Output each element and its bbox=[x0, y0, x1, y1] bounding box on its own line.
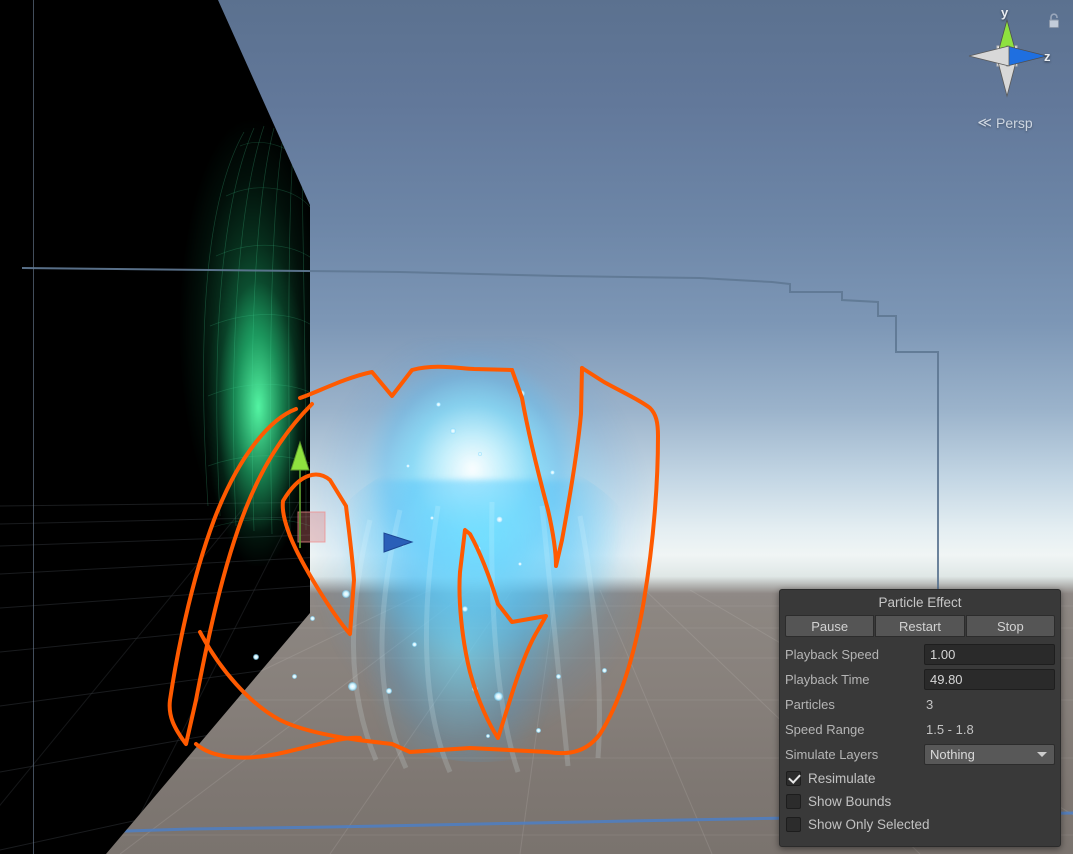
pause-button[interactable]: Pause bbox=[785, 615, 875, 637]
particles-label: Particles bbox=[785, 697, 835, 712]
panel-title: Particle Effect bbox=[878, 595, 962, 610]
unlocked-padlock-icon[interactable] bbox=[1046, 12, 1062, 30]
gizmo-z-axis-label[interactable]: z bbox=[1044, 49, 1051, 64]
simulate-layers-dropdown[interactable]: Nothing bbox=[924, 744, 1055, 765]
chevron-down-icon bbox=[1037, 752, 1047, 757]
projection-mode-label: Persp bbox=[996, 114, 1033, 131]
simulate-layers-row: Simulate Layers Nothing bbox=[785, 742, 1055, 767]
resimulate-checkbox[interactable] bbox=[786, 771, 801, 786]
playback-button-group: Pause Restart Stop bbox=[780, 615, 1060, 637]
xy-plane-handle bbox=[297, 511, 326, 543]
show-bounds-label: Show Bounds bbox=[808, 794, 892, 809]
chevron-left-icon: ≪ bbox=[977, 114, 993, 130]
show-bounds-checkbox[interactable] bbox=[786, 794, 801, 809]
z-axis-arrow bbox=[383, 532, 414, 553]
speed-range-row: Speed Range 1.5 - 1.8 bbox=[785, 717, 1055, 742]
scene-view-gizmo[interactable]: y z ≪ Persp bbox=[951, 5, 1062, 136]
stop-button[interactable]: Stop bbox=[965, 615, 1055, 637]
simulate-layers-label: Simulate Layers bbox=[785, 747, 879, 762]
playback-time-label: Playback Time bbox=[785, 672, 870, 687]
restart-button[interactable]: Restart bbox=[875, 615, 965, 637]
y-axis-arrow bbox=[290, 440, 310, 471]
particles-row: Particles 3 bbox=[785, 692, 1055, 717]
projection-mode-toggle[interactable]: ≪ Persp bbox=[951, 114, 1059, 131]
gizmo-z-axis-cone bbox=[1006, 45, 1048, 67]
gizmo-y-axis-label[interactable]: y bbox=[1001, 5, 1008, 20]
playback-speed-label: Playback Speed bbox=[785, 647, 879, 662]
playback-time-input[interactable]: 49.80 bbox=[924, 669, 1055, 690]
wall-edge-seam bbox=[33, 0, 34, 854]
show-only-selected-checkbox[interactable] bbox=[786, 817, 801, 832]
transform-move-gizmo[interactable] bbox=[280, 430, 425, 570]
gizmo-negz-axis-cone bbox=[968, 45, 1010, 67]
scene-viewport[interactable]: y z ≪ Persp Particle Effect Pause Restar… bbox=[0, 0, 1073, 854]
show-only-selected-label: Show Only Selected bbox=[808, 817, 930, 832]
playback-time-row: Playback Time 49.80 bbox=[785, 667, 1055, 692]
speed-range-value: 1.5 - 1.8 bbox=[926, 722, 974, 737]
speed-range-label: Speed Range bbox=[785, 722, 865, 737]
playback-speed-row: Playback Speed 1.00 bbox=[785, 642, 1055, 667]
show-bounds-row[interactable]: Show Bounds bbox=[785, 790, 1055, 813]
resimulate-label: Resimulate bbox=[808, 771, 876, 786]
playback-speed-input[interactable]: 1.00 bbox=[924, 644, 1055, 665]
simulate-layers-value: Nothing bbox=[930, 746, 975, 762]
particles-value: 3 bbox=[926, 697, 934, 712]
resimulate-row[interactable]: Resimulate bbox=[785, 767, 1055, 790]
particle-effect-panel[interactable]: Particle Effect Pause Restart Stop Playb… bbox=[779, 589, 1061, 847]
panel-field-rows: Playback Speed 1.00 Playback Time 49.80 … bbox=[780, 637, 1060, 836]
show-only-selected-row[interactable]: Show Only Selected bbox=[785, 813, 1055, 836]
